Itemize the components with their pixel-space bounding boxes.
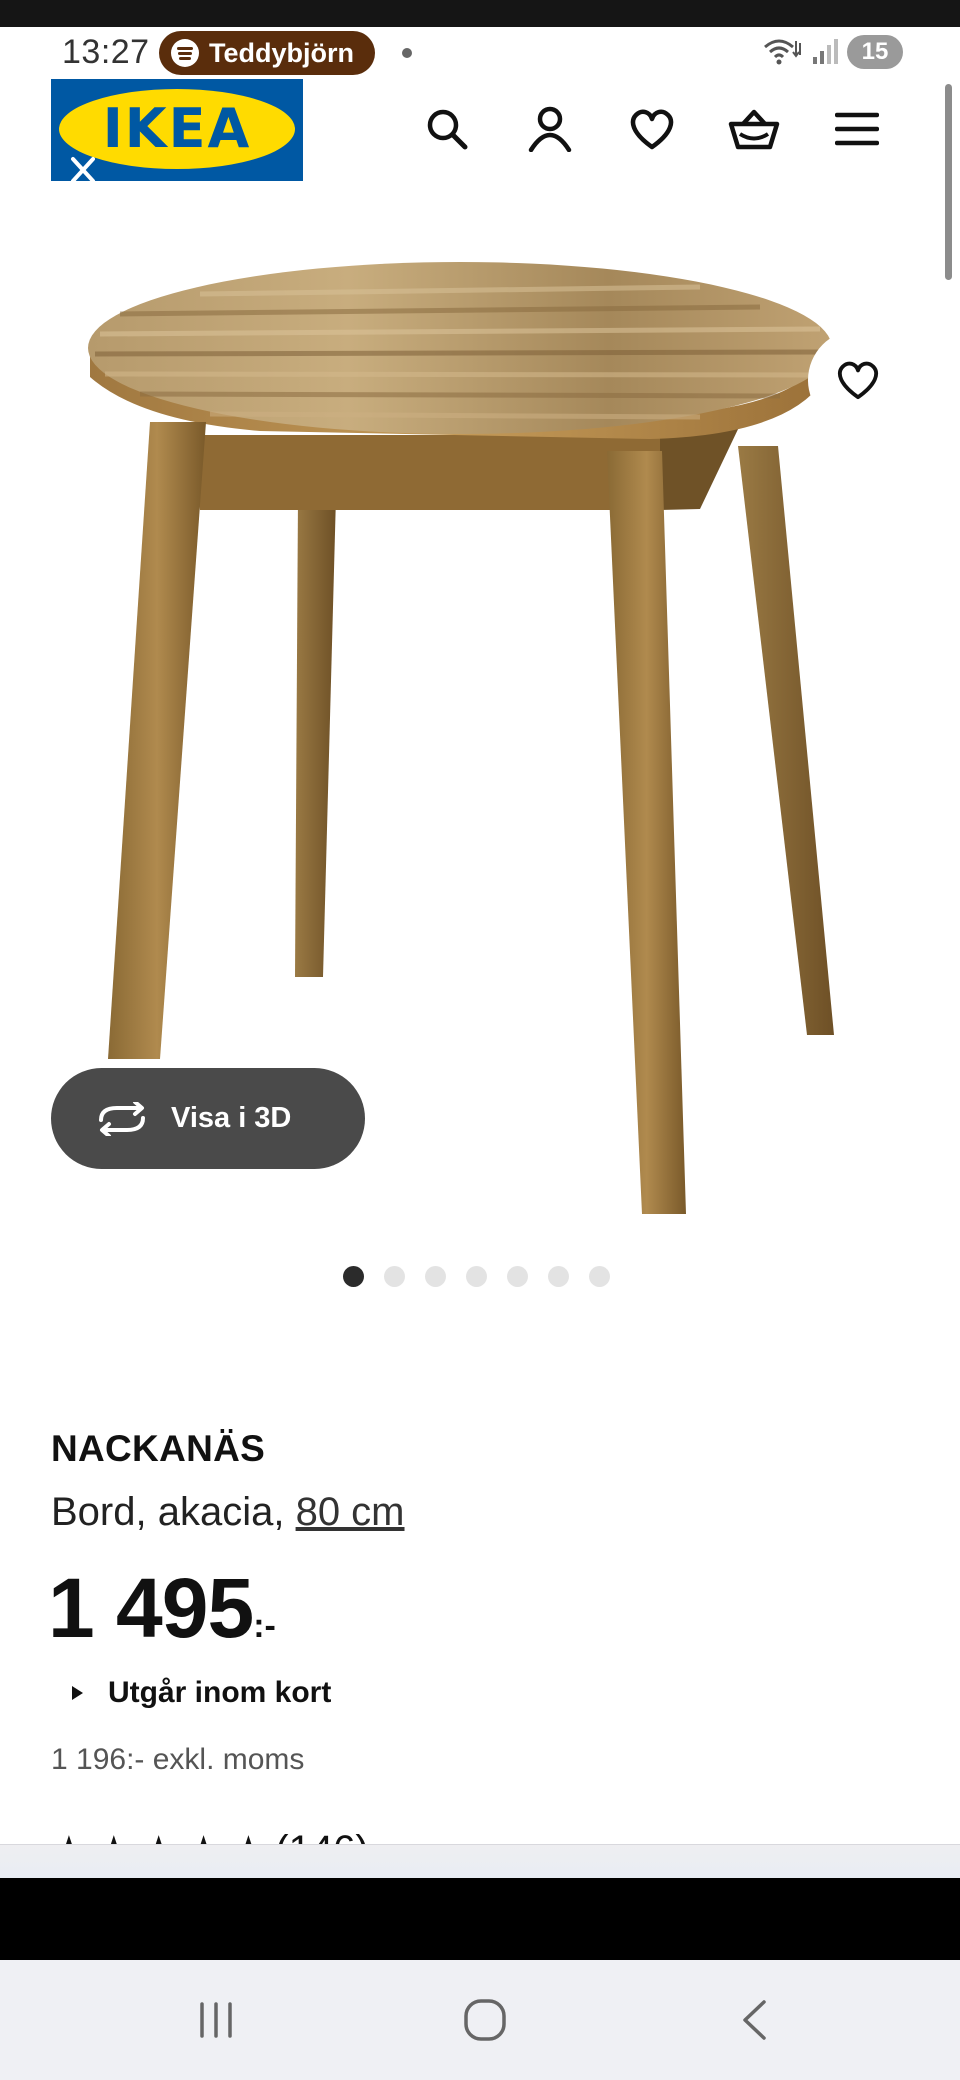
product-name: NACKANÄS	[51, 1428, 266, 1469]
carousel-dot[interactable]	[384, 1266, 405, 1287]
status-time: 13:27	[62, 33, 150, 71]
back-button[interactable]	[724, 1990, 784, 2050]
menu-icon	[835, 112, 879, 146]
star-icon: ★	[141, 1828, 177, 1844]
notification-dot-icon	[402, 48, 412, 58]
view-in-3d-button[interactable]: Visa i 3D	[51, 1068, 365, 1169]
size-link[interactable]: 80 cm	[296, 1490, 405, 1534]
account-icon	[528, 106, 572, 152]
wishlist-button[interactable]	[626, 103, 678, 155]
spotify-icon	[171, 39, 199, 67]
status-bar: 13:27 Teddybjörn 15	[0, 27, 960, 79]
availability-label: Utgår inom kort	[108, 1676, 332, 1709]
add-to-wishlist-button[interactable]	[808, 330, 908, 430]
recent-apps-button[interactable]	[186, 1990, 246, 2050]
carousel-dot[interactable]	[507, 1266, 528, 1287]
star-icon: ★	[186, 1828, 222, 1844]
price-amount: 1 495	[48, 1561, 254, 1655]
star-icon: ★	[51, 1828, 87, 1844]
product-rating: ★ ★ ★ ★ ★ (146)	[51, 1828, 369, 1844]
product-price: 1 495:-	[48, 1560, 276, 1657]
carousel-dot[interactable]	[589, 1266, 610, 1287]
back-icon	[743, 2000, 766, 2040]
account-button[interactable]	[524, 103, 576, 155]
star-icon: ★	[96, 1828, 132, 1844]
wifi-icon	[764, 39, 801, 65]
ikea-logo[interactable]: IKEA	[51, 79, 303, 181]
heart-icon	[838, 361, 878, 400]
carousel-dot[interactable]	[548, 1266, 569, 1287]
price-suffix: :-	[253, 1607, 276, 1645]
basket-icon	[728, 109, 780, 150]
image-carousel-indicator	[343, 1266, 630, 1288]
rating-row[interactable]: ★ ★ ★ ★ ★ (146)	[0, 1828, 960, 1844]
star-icon: ★	[230, 1828, 266, 1844]
now-playing-pill[interactable]: Teddybjörn	[159, 31, 375, 75]
product-type: Bord, akacia,	[51, 1490, 296, 1534]
view-in-3d-label: Visa i 3D	[171, 1102, 292, 1134]
carousel-dot[interactable]	[343, 1266, 364, 1287]
now-playing-text: Teddybjörn	[209, 37, 354, 68]
signal-icon	[813, 39, 838, 64]
site-header: IKEA	[0, 79, 960, 189]
menu-button[interactable]	[831, 103, 883, 155]
carousel-dot[interactable]	[425, 1266, 446, 1287]
carousel-dot[interactable]	[466, 1266, 487, 1287]
caret-right-icon	[72, 1686, 83, 1700]
search-button[interactable]	[421, 103, 473, 155]
logo-text: IKEA	[102, 97, 252, 160]
close-icon[interactable]	[59, 153, 103, 181]
rating-count: (146)	[275, 1828, 368, 1844]
basket-button[interactable]	[728, 103, 780, 155]
top-black-bar	[0, 0, 960, 27]
price-excl-vat: 1 196:- exkl. moms	[51, 1743, 305, 1776]
system-navigation-bar	[0, 1960, 960, 2080]
search-icon	[427, 109, 468, 150]
bottom-black-bar	[0, 1878, 960, 1960]
home-icon	[464, 1999, 506, 2041]
sticky-bottom-bar-edge	[0, 1844, 960, 1878]
availability-toggle[interactable]: Utgår inom kort	[72, 1676, 331, 1710]
rotate-3d-icon	[99, 1101, 145, 1136]
product-description: Bord, akacia, 80 cm	[51, 1490, 405, 1535]
home-button[interactable]	[455, 1990, 515, 2050]
recent-apps-icon	[200, 2002, 232, 2038]
battery-indicator: 15	[847, 35, 903, 69]
heart-icon	[630, 109, 674, 150]
